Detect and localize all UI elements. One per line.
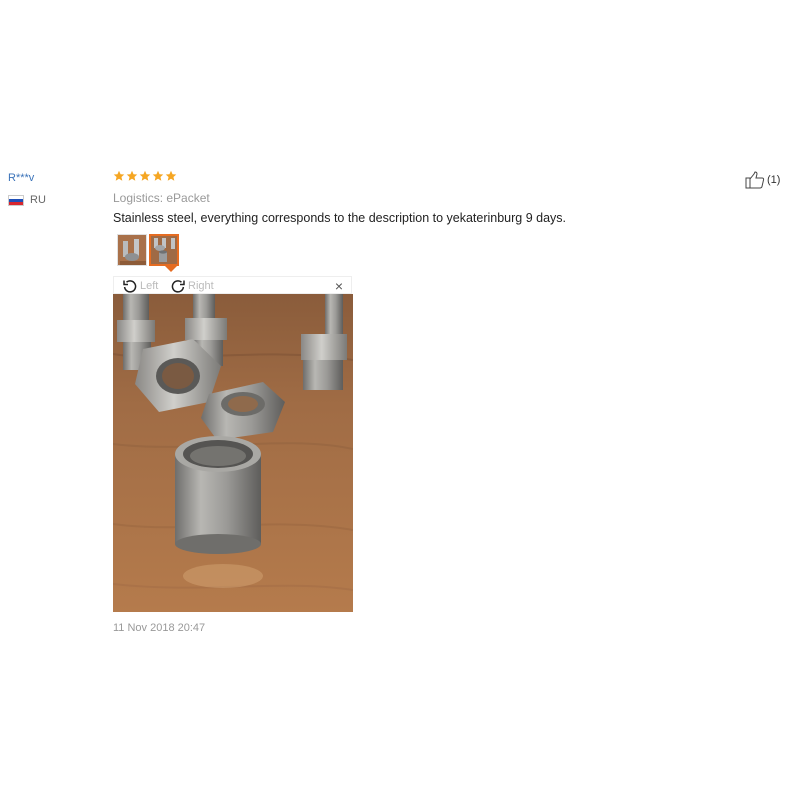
pipe-fittings-photo xyxy=(113,294,353,612)
close-viewer-button[interactable]: × xyxy=(335,278,343,294)
reviewer-country: RU xyxy=(8,194,46,206)
star-icon xyxy=(139,170,151,181)
star-icon xyxy=(126,170,138,181)
review-photo xyxy=(113,294,353,612)
thumbs-up-icon xyxy=(745,171,765,189)
star-icon xyxy=(152,170,164,181)
rotate-left-label: Left xyxy=(140,280,159,292)
active-thumbnail-indicator xyxy=(165,266,177,272)
photo-thumbnail-image xyxy=(118,235,146,265)
photo-thumbnails xyxy=(117,234,179,266)
helpful-button[interactable]: (1) xyxy=(745,171,780,189)
photo-thumbnail-2[interactable] xyxy=(149,234,179,266)
reviewer-name: R***v xyxy=(8,172,35,184)
review-item: R***v RU Logistics: ePacket Stainless st… xyxy=(0,0,800,800)
photo-thumbnail-image xyxy=(151,236,177,264)
photo-thumbnail-1[interactable] xyxy=(117,234,147,266)
image-viewer-toolbar: Left Right × xyxy=(113,276,352,294)
rotate-left-icon xyxy=(123,280,137,293)
rotate-right-button[interactable]: Right xyxy=(170,277,214,295)
rotate-right-label: Right xyxy=(188,280,214,292)
logistics-info: Logistics: ePacket xyxy=(113,191,210,205)
country-code: RU xyxy=(30,194,46,206)
star-rating xyxy=(113,170,177,182)
rotate-left-button[interactable]: Left xyxy=(122,277,158,295)
review-date: 11 Nov 2018 20:47 xyxy=(113,622,206,634)
star-icon xyxy=(165,170,177,181)
rotate-right-icon xyxy=(171,280,185,293)
star-icon xyxy=(113,170,125,181)
russia-flag-icon xyxy=(8,194,24,206)
review-text: Stainless steel, everything corresponds … xyxy=(113,211,567,225)
helpful-count: (1) xyxy=(767,174,781,186)
